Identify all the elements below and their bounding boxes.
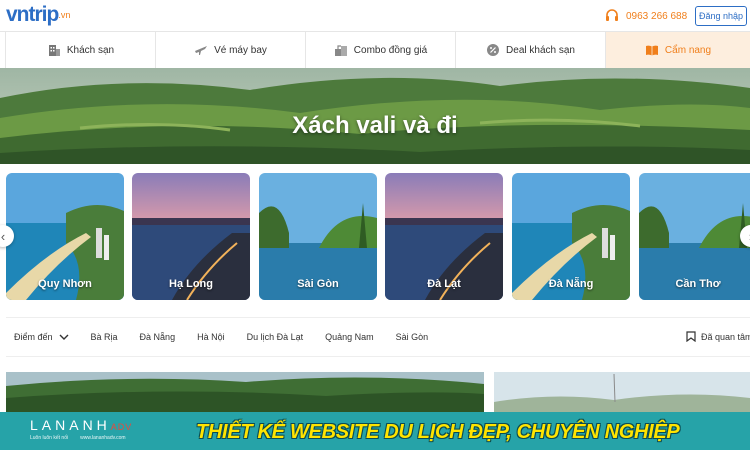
filter-link-da-lat[interactable]: Du lịch Đà Lạt [247, 332, 304, 342]
filter-link-ba-ria[interactable]: Bà Rịa [91, 332, 118, 342]
phone-number: 0963 266 688 [626, 10, 688, 22]
chevron-left-icon: ‹ [0, 228, 6, 244]
tab-label: Vé máy bay [214, 44, 267, 56]
pale-sky-image [494, 372, 750, 412]
destination-card-sai-gon[interactable]: Sài Gòn [259, 173, 377, 300]
destination-card-da-nang[interactable]: Đà Nẵng [512, 173, 630, 300]
filter-link-sai-gon[interactable]: Sài Gòn [396, 332, 429, 342]
discount-icon [487, 44, 500, 56]
brand-tagline: Luôn luôn kết nối [30, 435, 69, 441]
logo-tld: .vn [58, 10, 71, 20]
tab-hotel-deals[interactable]: Deal khách sạn [456, 32, 606, 68]
promo-title: THIẾT KẾ WEBSITE DU LỊCH ĐẸP, CHUYÊN NGH… [196, 421, 680, 443]
tab-combo[interactable]: Combo đồng giá [306, 32, 456, 68]
headset-icon [606, 9, 618, 21]
card-label: Sài Gòn [297, 278, 339, 290]
destination-card-quy-nhon[interactable]: Quy Nhơn [6, 173, 124, 300]
brand-suffix: ADV [110, 422, 133, 432]
chevron-down-icon [59, 334, 69, 340]
tab-label: Cẩm nang [664, 44, 712, 56]
destination-links: Bà Rịa Đà Nẵng Hà Nội Du lịch Đà Lạt Quả… [91, 332, 451, 342]
destination-carousel: Quy Nhơn Hạ Long Sài Gòn Đà Lạt Đà Nẵng … [0, 173, 750, 301]
tab-label: Combo đồng giá [353, 44, 428, 56]
tab-label: Deal khách sạn [506, 44, 575, 56]
brand-subline: Luôn luôn kết nối www.lananhadv.com [30, 435, 126, 441]
dropdown-label: Điểm đến [14, 332, 53, 342]
article-card-1[interactable] [6, 372, 484, 412]
filter-link-da-nang[interactable]: Đà Nẵng [140, 332, 176, 342]
hero-banner: Xách vali và đi [0, 68, 750, 164]
saved-label: Đã quan tâm [701, 331, 750, 342]
destination-filter-bar: Điểm đến Bà Rịa Đà Nẵng Hà Nội Du lịch Đ… [6, 317, 750, 357]
logo-text: vntrip [6, 3, 59, 26]
hotel-icon [48, 45, 60, 56]
hero-title: Xách vali và đi [292, 112, 458, 139]
destination-card-da-lat[interactable]: Đà Lạt [385, 173, 503, 300]
saved-articles-link[interactable]: Đã quan tâm [686, 331, 750, 342]
top-header: vntrip.vn 0963 266 688 Đăng nhập [0, 0, 750, 32]
plane-icon [195, 46, 208, 55]
tab-hotels[interactable]: Khách sạn [6, 32, 156, 68]
page: vntrip.vn 0963 266 688 Đăng nhập Khách s… [0, 0, 750, 450]
vntrip-logo[interactable]: vntrip.vn [6, 3, 71, 26]
destination-card-can-tho[interactable]: Cần Thơ [639, 173, 750, 300]
card-label: Đà Nẵng [548, 278, 594, 290]
tab-label: Khách sạn [66, 44, 115, 56]
combo-icon [334, 45, 347, 56]
hotline[interactable]: 0963 266 688 [604, 8, 687, 24]
promo-banner: LANANHADV Luôn luôn kết nối www.lananhadv… [0, 412, 750, 450]
login-button[interactable]: Đăng nhập [695, 6, 747, 26]
brand-name: LANANH [30, 417, 111, 433]
main-nav: Khách sạn Vé máy bay Combo đồng giá Deal… [5, 32, 750, 68]
tab-travel-guide[interactable]: Cẩm nang [606, 32, 750, 68]
brand-url: www.lananhadv.com [80, 435, 126, 441]
lananh-logo: LANANHADV [30, 418, 132, 434]
card-label: Hạ Long [169, 278, 213, 290]
card-label: Quy Nhơn [38, 278, 92, 290]
article-card-2[interactable] [494, 372, 750, 412]
book-icon [645, 45, 658, 56]
tab-flights[interactable]: Vé máy bay [156, 32, 306, 68]
card-label: Đà Lạt [427, 278, 461, 290]
filter-link-ha-noi[interactable]: Hà Nội [197, 332, 225, 342]
bookmark-icon [686, 331, 696, 342]
card-label: Cần Thơ [675, 278, 721, 290]
destination-card-ha-long[interactable]: Hạ Long [132, 173, 250, 300]
green-hills-image [6, 372, 484, 412]
filter-link-quang-nam[interactable]: Quảng Nam [325, 332, 374, 342]
destination-dropdown[interactable]: Điểm đến [14, 332, 69, 342]
